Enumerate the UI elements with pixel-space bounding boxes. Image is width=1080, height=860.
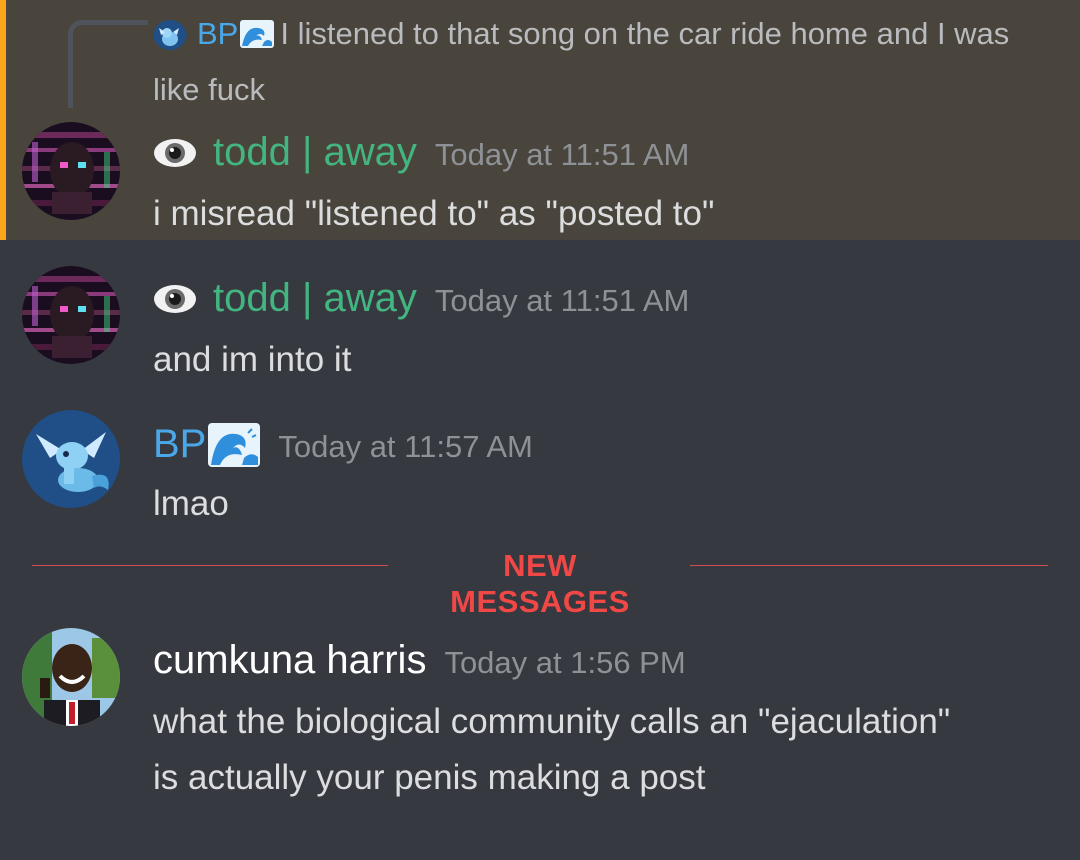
timestamp[interactable]: Today at 11:57 AM	[278, 429, 532, 465]
reply-text: I listened to that song on the car ride …	[153, 16, 1010, 107]
message-header: BP Today at 11:57 AM	[153, 422, 533, 467]
username[interactable]: BP	[153, 422, 206, 467]
water-wave-icon	[240, 10, 275, 48]
message[interactable]: BP Today at 11:57 AM lmao	[0, 408, 1080, 528]
username[interactable]: cumkuna harris	[153, 638, 426, 683]
message-text-line: is actually your penis making a post	[153, 758, 706, 797]
message-text: lmao	[153, 484, 229, 523]
message-header: cumkuna harris Today at 1:56 PM	[153, 638, 686, 683]
eye-icon	[153, 284, 197, 314]
message-text: and im into it	[153, 340, 352, 379]
eye-icon	[153, 138, 197, 168]
message-header: todd | away Today at 11:51 AM	[153, 130, 689, 175]
message[interactable]: todd | away Today at 11:51 AM and im int…	[0, 262, 1080, 382]
todd-avatar[interactable]	[22, 266, 120, 364]
username[interactable]: todd | away	[213, 276, 417, 321]
reply-connector	[68, 20, 148, 108]
reply-author-name[interactable]: BP	[197, 16, 238, 51]
divider-line-right	[690, 565, 1048, 566]
divider-line-left	[32, 565, 388, 566]
message[interactable]: cumkuna harris Today at 1:56 PM what the…	[0, 624, 1080, 814]
message-text: what the biological community calls an "…	[153, 694, 950, 806]
chat-messages: BP I listened to that song on the car ri…	[0, 0, 1080, 860]
mention-indicator-bar	[0, 0, 6, 240]
new-messages-divider: NEW MESSAGES	[32, 540, 1048, 619]
reply-preview[interactable]: BP I listened to that song on the car ri…	[153, 6, 1033, 118]
timestamp[interactable]: Today at 11:51 AM	[435, 137, 689, 173]
water-wave-icon	[208, 422, 261, 467]
timestamp[interactable]: Today at 11:51 AM	[435, 283, 689, 319]
cumkuna-harris-avatar[interactable]	[22, 628, 120, 726]
username[interactable]: todd | away	[213, 130, 417, 175]
timestamp[interactable]: Today at 1:56 PM	[444, 645, 685, 681]
message-mention-highlight[interactable]: BP I listened to that song on the car ri…	[0, 0, 1080, 240]
reply-author-avatar[interactable]	[153, 16, 187, 50]
message-text: i misread "listened to" as "posted to"	[153, 194, 715, 233]
message-text-line: what the biological community calls an "…	[153, 702, 951, 741]
message-header: todd | away Today at 11:51 AM	[153, 276, 689, 321]
todd-avatar[interactable]	[22, 122, 120, 220]
bp-avatar[interactable]	[22, 410, 120, 508]
divider-label: NEW MESSAGES	[450, 548, 630, 619]
